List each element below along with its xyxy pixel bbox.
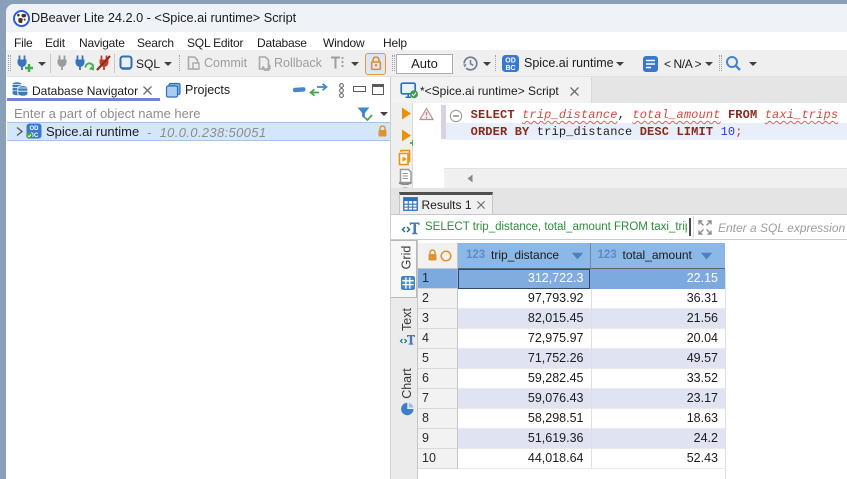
svg-text:BC: BC xyxy=(505,65,515,72)
svg-text:OD: OD xyxy=(30,126,40,132)
svg-text:OD: OD xyxy=(505,58,516,65)
